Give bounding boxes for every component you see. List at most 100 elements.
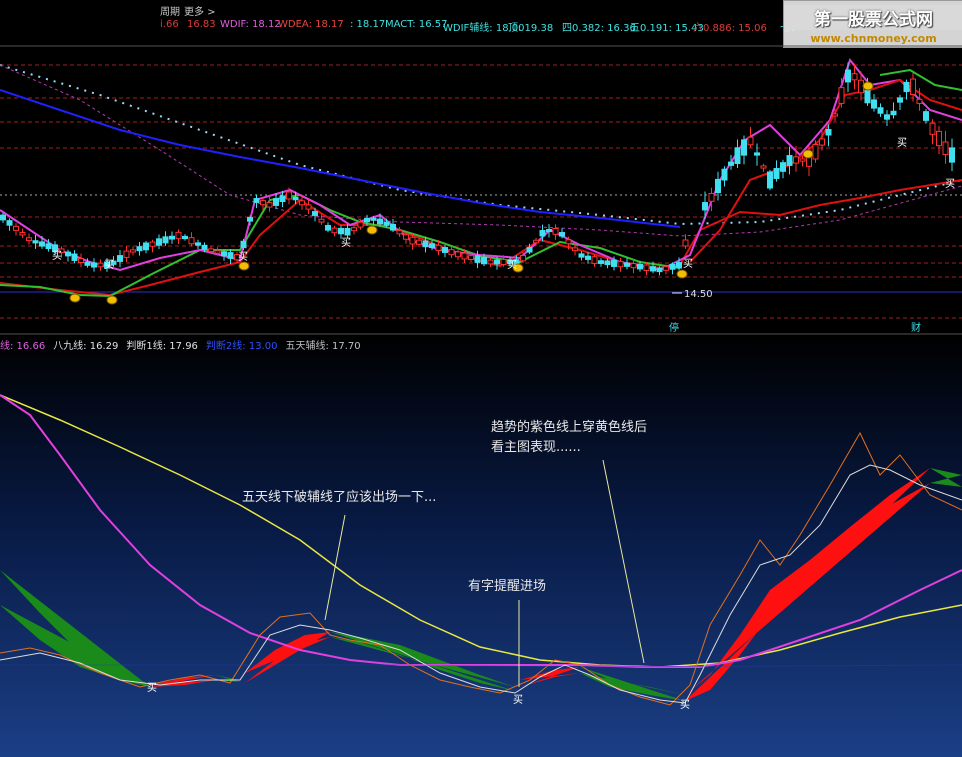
candle-body [520,255,526,262]
candle-body [643,264,650,271]
candle-body [845,69,851,83]
annotation-entry: 有字提醒进场 [468,579,547,594]
candle-body [318,218,325,223]
candle-body [734,147,741,164]
candle-body [741,139,747,156]
gold-dot [366,225,378,235]
candle-body [422,240,429,248]
candle-body [910,78,916,95]
candle-body [572,247,578,252]
candle-body [240,240,247,249]
gold-dot [69,293,81,303]
sub-buy-label: 买 [147,682,157,694]
candle-body [864,89,871,104]
candle-body [448,249,455,256]
candle-body [136,246,143,252]
candle-body [13,225,19,231]
candle-body [0,214,6,221]
candle-body [6,220,13,226]
price-chart-svg: 买买买买买 买买买14.50停财 [0,45,962,335]
candle-body [78,257,84,264]
candle-body [370,217,377,221]
candle-body [331,227,338,234]
candle-body [260,200,266,206]
candle-body [117,255,123,262]
annotation-trend: 趋势的紫色线上穿黄色线后 [491,420,648,435]
candle-body [39,241,45,247]
candle-body [546,229,552,233]
candle-body [676,261,682,269]
candle-body [416,239,422,245]
indicator-panel: 线: 16.66 八九线: 16.29 判断1线: 17.96 判断2线: 13.00… [0,335,962,757]
candle-body [890,110,897,116]
candle-body [702,202,708,211]
candle-body [344,227,351,236]
ma-blue-line [0,89,681,228]
candle-body [565,239,572,245]
pointer-trend [602,459,645,664]
indicator-chart-svg: 买买买 [0,394,962,711]
candle-body [156,238,162,246]
candle-body [663,266,669,271]
ma-red-short [689,78,962,263]
candle-body [442,247,448,253]
candle-body [390,223,396,231]
candle-body [897,97,903,103]
candle-body [487,259,494,265]
candle-body [669,264,676,270]
annotation-watch-main: 看主图表现...... [491,440,581,455]
buy-label: 买 [897,137,907,149]
candle-body [929,122,936,135]
candle-body [175,231,182,240]
ribbon-red-2 [245,632,330,683]
candle-body [383,221,390,226]
candle-body [461,252,468,260]
candle-body [429,243,435,249]
candle-body [832,113,838,117]
candle-body [598,260,604,264]
candle-body [630,263,637,269]
ma-magenta-line [0,57,962,272]
candle-body [591,256,598,264]
candle-body [143,242,149,251]
candle-body [481,256,487,265]
candle-body [182,235,188,240]
sub-buy-label: 买 [513,694,523,706]
candle-body [403,234,409,240]
candle-body [903,81,910,93]
candle-body [916,98,923,104]
candle-body [786,155,793,166]
magenta-trend-line [0,394,962,668]
candle-body [760,165,767,169]
candle-body [819,138,825,146]
candle-body [409,236,416,245]
ribbon-green-4 [930,468,962,487]
candle-body [624,262,630,267]
candle-body [253,198,260,203]
candle-body [65,251,71,257]
candle-body [552,228,559,235]
buy-label: 买 [507,259,517,271]
candle-body [650,266,656,272]
candle-body [721,168,728,181]
annotation-exit: 五天线下破辅线了应该出场一下... [242,490,437,505]
candle-body [123,250,130,258]
candle-body [71,253,78,261]
gold-dot [802,149,814,159]
candle-body [169,235,175,240]
candle-body [468,255,474,261]
candle-body [84,261,91,266]
candle-body [793,156,799,164]
candle-body [208,248,214,253]
candle-body [715,178,721,194]
candle-body [162,236,169,244]
candle-body [299,200,305,206]
candle-body [539,230,546,237]
candle-body [578,253,585,258]
buy-label: 买 [945,178,955,190]
gold-dot [106,295,118,305]
candle-body [312,211,318,216]
candle-body [773,168,780,179]
candle-body [286,191,292,200]
candle-body [396,229,403,235]
